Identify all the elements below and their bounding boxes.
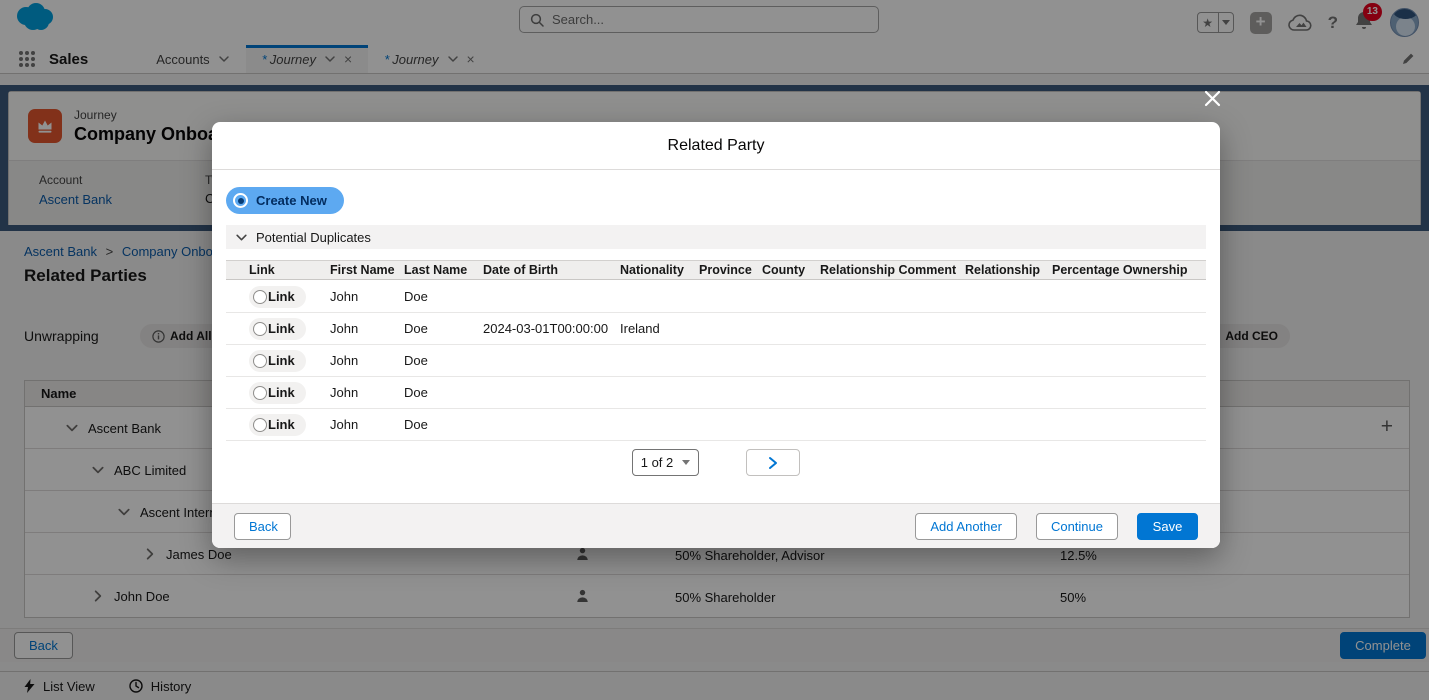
duplicates-column-header: Date of Birth [483, 263, 620, 277]
duplicate-cell: John [330, 417, 404, 432]
duplicate-row: Link JohnDoe2024-03-01T00:00:00Ireland [226, 313, 1206, 345]
link-label: Link [268, 385, 295, 400]
modal-header: Related Party [212, 122, 1220, 170]
duplicate-cell: John [330, 353, 404, 368]
duplicate-cell: Doe [404, 353, 483, 368]
duplicate-row: Link JohnDoe [226, 281, 1206, 313]
duplicate-cell: Doe [404, 289, 483, 304]
radio-unselected-icon [253, 290, 267, 304]
link-radio-button[interactable]: Link [249, 350, 306, 372]
duplicate-cell: John [330, 289, 404, 304]
radio-unselected-icon [253, 418, 267, 432]
duplicates-column-header: Link [249, 263, 330, 277]
chevron-down-icon [235, 231, 248, 244]
duplicates-column-header: First Name [330, 263, 404, 277]
radio-unselected-icon [253, 322, 267, 336]
radio-unselected-icon [253, 386, 267, 400]
duplicate-cell: Doe [404, 385, 483, 400]
application-window: ★ + ? 13 Sales Accou [0, 0, 1429, 700]
duplicate-row: Link JohnDoe [226, 345, 1206, 377]
link-radio-button[interactable]: Link [249, 286, 306, 308]
link-label: Link [268, 321, 295, 336]
add-another-button[interactable]: Add Another [915, 513, 1017, 540]
duplicate-row: Link JohnDoe [226, 409, 1206, 441]
create-new-label: Create New [256, 193, 327, 208]
duplicate-row: Link JohnDoe [226, 377, 1206, 409]
radio-unselected-icon [253, 354, 267, 368]
chevron-down-icon [682, 460, 690, 465]
chevron-right-icon [767, 456, 779, 470]
duplicates-column-header: Percentage Ownership [1052, 263, 1206, 277]
potential-duplicates-section[interactable]: Potential Duplicates [226, 225, 1206, 249]
duplicate-cell: Doe [404, 417, 483, 432]
link-label: Link [268, 353, 295, 368]
duplicates-table-body: LinkJohnDoeLinkJohnDoe2024-03-01T00:00:0… [226, 281, 1206, 441]
link-label: Link [268, 417, 295, 432]
save-button[interactable]: Save [1137, 513, 1198, 540]
link-radio-button[interactable]: Link [249, 318, 306, 340]
radio-selected-icon [233, 193, 248, 208]
next-page-button[interactable] [746, 449, 800, 476]
duplicates-column-header: Last Name [404, 263, 483, 277]
duplicates-column-header: Province [699, 263, 762, 277]
close-icon[interactable] [1202, 88, 1223, 109]
duplicate-cell: John [330, 321, 404, 336]
modal-back-button[interactable]: Back [234, 513, 291, 540]
duplicate-cell: 2024-03-01T00:00:00 [483, 321, 620, 336]
continue-button[interactable]: Continue [1036, 513, 1118, 540]
duplicate-cell: John [330, 385, 404, 400]
duplicates-column-header: Relationship Comment [820, 263, 965, 277]
duplicates-column-header: Relationship [965, 263, 1052, 277]
create-new-radio[interactable]: Create New [226, 187, 344, 214]
page-select-value: 1 of 2 [641, 455, 674, 470]
link-label: Link [268, 289, 295, 304]
modal-title: Related Party [668, 137, 765, 155]
page-select[interactable]: 1 of 2 [632, 449, 699, 476]
duplicates-column-header: Nationality [620, 263, 699, 277]
modal-footer: Back Add Another Continue Save [212, 503, 1220, 548]
link-radio-button[interactable]: Link [249, 382, 306, 404]
pagination: 1 of 2 [212, 449, 1220, 476]
duplicates-table-header: LinkFirst NameLast NameDate of BirthNati… [226, 260, 1206, 280]
duplicate-cell: Ireland [620, 321, 699, 336]
duplicate-cell: Doe [404, 321, 483, 336]
duplicates-column-header: County [762, 263, 820, 277]
related-party-modal: Related Party Create New Potential Dupli… [212, 122, 1220, 548]
link-radio-button[interactable]: Link [249, 414, 306, 436]
potential-duplicates-label: Potential Duplicates [256, 230, 371, 245]
